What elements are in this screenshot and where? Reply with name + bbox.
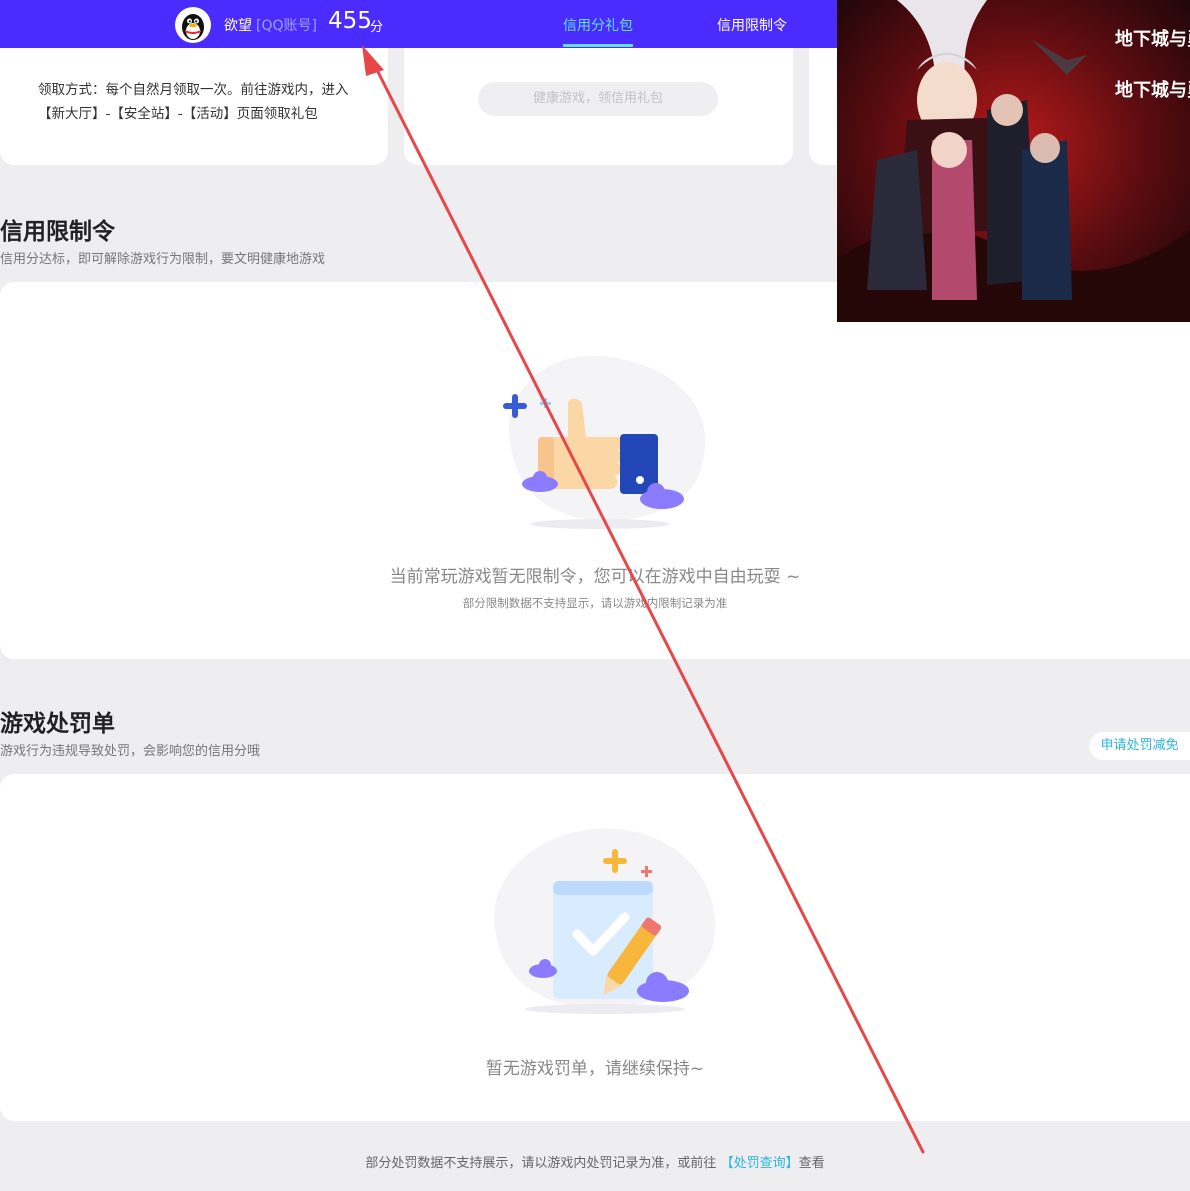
- annotation-arrow: [362, 45, 925, 1154]
- arrow-head-icon: [362, 45, 384, 76]
